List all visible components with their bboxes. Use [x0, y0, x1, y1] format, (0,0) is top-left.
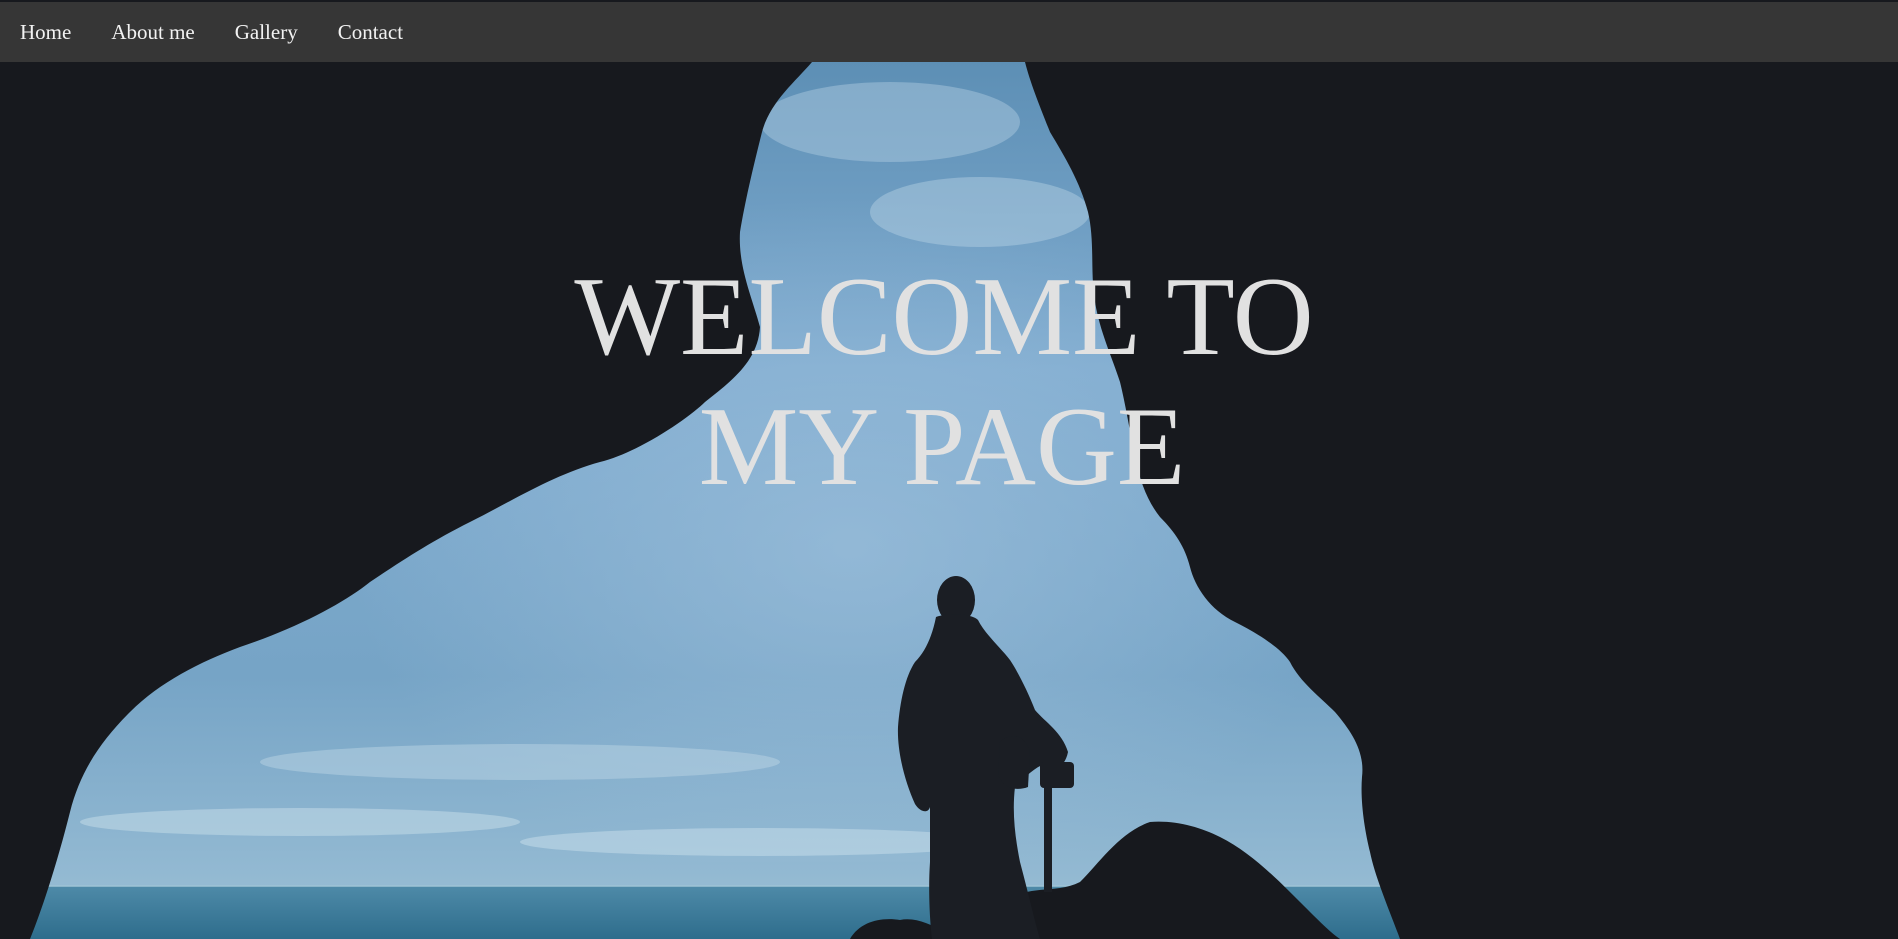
- nav-link-gallery[interactable]: Gallery: [215, 2, 318, 62]
- hero-title: WELCOME TO MY PAGE: [0, 252, 1898, 512]
- hero-title-line-2: MY PAGE: [698, 385, 1186, 509]
- nav-link-about-me[interactable]: About me: [91, 2, 214, 62]
- nav-link-contact[interactable]: Contact: [318, 2, 423, 62]
- hero-section: WELCOME TO MY PAGE: [0, 62, 1898, 939]
- page: Home About me Gallery Contact WELCOME TO…: [0, 0, 1898, 939]
- top-navbar: Home About me Gallery Contact: [0, 2, 1898, 62]
- hero-title-line-1: WELCOME TO: [574, 255, 1314, 379]
- nav-link-home[interactable]: Home: [0, 2, 91, 62]
